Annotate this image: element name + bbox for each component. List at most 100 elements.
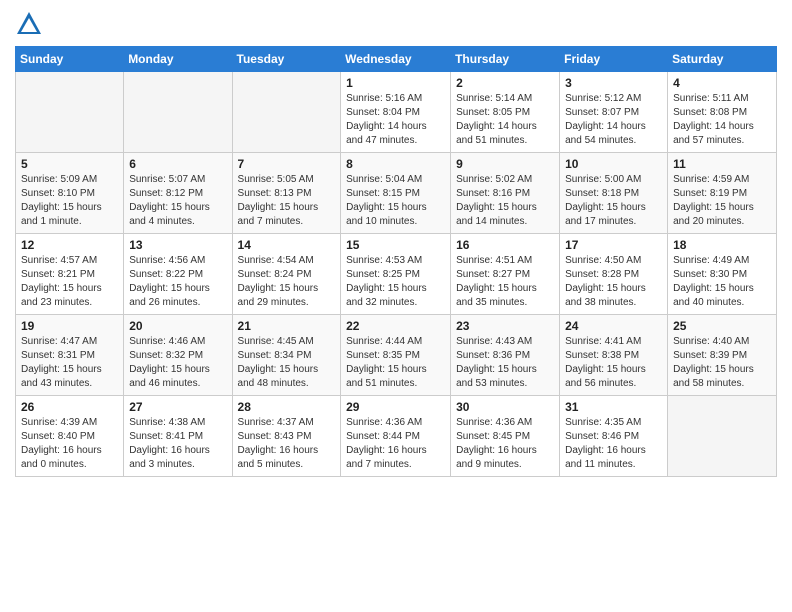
day-number: 3 — [565, 76, 662, 90]
day-info: Sunrise: 5:05 AMSunset: 8:13 PMDaylight:… — [238, 173, 336, 229]
calendar-cell: 7 Sunrise: 5:05 AMSunset: 8:13 PMDaylight… — [232, 153, 341, 234]
calendar-cell: 23 Sunrise: 4:43 AMSunset: 8:36 PMDayligh… — [451, 315, 560, 396]
calendar-cell: 5Sunrise: 5:09 AMSunset: 8:10 PMDaylight… — [16, 153, 124, 234]
day-info: Sunrise: 4:43 AMSunset: 8:36 PMDaylight:… — [456, 335, 554, 391]
day-number: 9 — [456, 157, 554, 171]
day-info: Sunrise: 5:07 AMSunset: 8:12 PMDaylight:… — [129, 173, 226, 229]
calendar-cell: 25 Sunrise: 4:40 AMSunset: 8:39 PMDayligh… — [668, 315, 777, 396]
day-info: Sunrise: 5:12 AMSunset: 8:07 PMDaylight:… — [565, 92, 662, 148]
day-number: 28 — [238, 400, 336, 414]
calendar-cell: 10Sunrise: 5:00 AMSunset: 8:18 PMDayligh… — [560, 153, 668, 234]
day-info: Sunrise: 4:46 AMSunset: 8:32 PMDaylight:… — [129, 335, 226, 391]
day-number: 22 — [346, 319, 445, 333]
calendar-cell: 30 Sunrise: 4:36 AMSunset: 8:45 PMDayligh… — [451, 396, 560, 477]
day-info: Sunrise: 5:04 AMSunset: 8:15 PMDaylight:… — [346, 173, 445, 229]
day-number: 6 — [129, 157, 226, 171]
calendar-table: SundayMondayTuesdayWednesdayThursdayFrid… — [15, 46, 777, 477]
calendar-cell: 4Sunrise: 5:11 AMSunset: 8:08 PMDaylight… — [668, 72, 777, 153]
header — [15, 10, 777, 38]
day-info: Sunrise: 4:40 AMSunset: 8:39 PMDaylight:… — [673, 335, 771, 391]
day-number: 23 — [456, 319, 554, 333]
day-info: Sunrise: 4:53 AMSunset: 8:25 PMDaylight:… — [346, 254, 445, 310]
header-cell-saturday: Saturday — [668, 47, 777, 72]
calendar-cell — [124, 72, 232, 153]
day-number: 5 — [21, 157, 118, 171]
header-row: SundayMondayTuesdayWednesdayThursdayFrid… — [16, 47, 777, 72]
day-number: 18 — [673, 238, 771, 252]
day-info: Sunrise: 5:14 AMSunset: 8:05 PMDaylight:… — [456, 92, 554, 148]
day-number: 16 — [456, 238, 554, 252]
day-info: Sunrise: 4:45 AMSunset: 8:34 PMDaylight:… — [238, 335, 336, 391]
calendar-cell: 20 Sunrise: 4:46 AMSunset: 8:32 PMDayligh… — [124, 315, 232, 396]
day-number: 29 — [346, 400, 445, 414]
calendar-cell: 15 Sunrise: 4:53 AMSunset: 8:25 PMDayligh… — [341, 234, 451, 315]
calendar-cell: 1 Sunrise: 5:16 AMSunset: 8:04 PMDaylight… — [341, 72, 451, 153]
day-number: 8 — [346, 157, 445, 171]
day-info: Sunrise: 4:49 AMSunset: 8:30 PMDaylight:… — [673, 254, 771, 310]
calendar-cell: 31 Sunrise: 4:35 AMSunset: 8:46 PMDayligh… — [560, 396, 668, 477]
day-info: Sunrise: 4:37 AMSunset: 8:43 PMDaylight:… — [238, 416, 336, 472]
calendar-cell: 8 Sunrise: 5:04 AMSunset: 8:15 PMDaylight… — [341, 153, 451, 234]
day-number: 19 — [21, 319, 118, 333]
day-number: 31 — [565, 400, 662, 414]
day-info: Sunrise: 4:36 AMSunset: 8:45 PMDaylight:… — [456, 416, 554, 472]
day-info: Sunrise: 4:54 AMSunset: 8:24 PMDaylight:… — [238, 254, 336, 310]
day-number: 30 — [456, 400, 554, 414]
calendar-cell: 13 Sunrise: 4:56 AMSunset: 8:22 PMDayligh… — [124, 234, 232, 315]
calendar-cell: 17Sunrise: 4:50 AMSunset: 8:28 PMDayligh… — [560, 234, 668, 315]
week-row-4: 26 Sunrise: 4:39 AMSunset: 8:40 PMDayligh… — [16, 396, 777, 477]
day-info: Sunrise: 4:39 AMSunset: 8:40 PMDaylight:… — [21, 416, 118, 472]
calendar-cell: 24Sunrise: 4:41 AMSunset: 8:38 PMDayligh… — [560, 315, 668, 396]
day-number: 25 — [673, 319, 771, 333]
calendar-cell: 19 Sunrise: 4:47 AMSunset: 8:31 PMDayligh… — [16, 315, 124, 396]
day-number: 12 — [21, 238, 118, 252]
calendar-cell: 2 Sunrise: 5:14 AMSunset: 8:05 PMDaylight… — [451, 72, 560, 153]
calendar-cell: 18 Sunrise: 4:49 AMSunset: 8:30 PMDayligh… — [668, 234, 777, 315]
week-row-3: 19 Sunrise: 4:47 AMSunset: 8:31 PMDayligh… — [16, 315, 777, 396]
day-number: 26 — [21, 400, 118, 414]
day-info: Sunrise: 4:50 AMSunset: 8:28 PMDaylight:… — [565, 254, 662, 310]
day-info: Sunrise: 4:36 AMSunset: 8:44 PMDaylight:… — [346, 416, 445, 472]
day-info: Sunrise: 5:16 AMSunset: 8:04 PMDaylight:… — [346, 92, 445, 148]
calendar-body: 1 Sunrise: 5:16 AMSunset: 8:04 PMDaylight… — [16, 72, 777, 477]
day-info: Sunrise: 4:56 AMSunset: 8:22 PMDaylight:… — [129, 254, 226, 310]
day-info: Sunrise: 5:00 AMSunset: 8:18 PMDaylight:… — [565, 173, 662, 229]
calendar-cell: 6 Sunrise: 5:07 AMSunset: 8:12 PMDaylight… — [124, 153, 232, 234]
calendar-cell: 9Sunrise: 5:02 AMSunset: 8:16 PMDaylight… — [451, 153, 560, 234]
day-info: Sunrise: 4:47 AMSunset: 8:31 PMDaylight:… — [21, 335, 118, 391]
header-cell-thursday: Thursday — [451, 47, 560, 72]
day-number: 20 — [129, 319, 226, 333]
calendar-cell: 16 Sunrise: 4:51 AMSunset: 8:27 PMDayligh… — [451, 234, 560, 315]
day-number: 1 — [346, 76, 445, 90]
calendar-cell: 22Sunrise: 4:44 AMSunset: 8:35 PMDayligh… — [341, 315, 451, 396]
calendar-cell — [668, 396, 777, 477]
logo-icon — [15, 10, 43, 38]
day-number: 13 — [129, 238, 226, 252]
logo — [15, 10, 47, 38]
header-cell-friday: Friday — [560, 47, 668, 72]
header-cell-monday: Monday — [124, 47, 232, 72]
header-cell-wednesday: Wednesday — [341, 47, 451, 72]
header-cell-tuesday: Tuesday — [232, 47, 341, 72]
calendar-cell: 3 Sunrise: 5:12 AMSunset: 8:07 PMDaylight… — [560, 72, 668, 153]
calendar-cell: 11 Sunrise: 4:59 AMSunset: 8:19 PMDayligh… — [668, 153, 777, 234]
day-info: Sunrise: 4:51 AMSunset: 8:27 PMDaylight:… — [456, 254, 554, 310]
day-number: 2 — [456, 76, 554, 90]
week-row-2: 12 Sunrise: 4:57 AMSunset: 8:21 PMDayligh… — [16, 234, 777, 315]
calendar-cell: 27Sunrise: 4:38 AMSunset: 8:41 PMDayligh… — [124, 396, 232, 477]
calendar-cell: 29 Sunrise: 4:36 AMSunset: 8:44 PMDayligh… — [341, 396, 451, 477]
day-number: 11 — [673, 157, 771, 171]
day-number: 7 — [238, 157, 336, 171]
calendar-cell: 28 Sunrise: 4:37 AMSunset: 8:43 PMDayligh… — [232, 396, 341, 477]
day-info: Sunrise: 4:35 AMSunset: 8:46 PMDaylight:… — [565, 416, 662, 472]
calendar-cell: 26 Sunrise: 4:39 AMSunset: 8:40 PMDayligh… — [16, 396, 124, 477]
day-number: 15 — [346, 238, 445, 252]
day-info: Sunrise: 4:59 AMSunset: 8:19 PMDaylight:… — [673, 173, 771, 229]
calendar-cell: 14Sunrise: 4:54 AMSunset: 8:24 PMDayligh… — [232, 234, 341, 315]
day-number: 4 — [673, 76, 771, 90]
calendar-header: SundayMondayTuesdayWednesdayThursdayFrid… — [16, 47, 777, 72]
day-info: Sunrise: 4:41 AMSunset: 8:38 PMDaylight:… — [565, 335, 662, 391]
header-cell-sunday: Sunday — [16, 47, 124, 72]
day-info: Sunrise: 4:57 AMSunset: 8:21 PMDaylight:… — [21, 254, 118, 310]
week-row-1: 5Sunrise: 5:09 AMSunset: 8:10 PMDaylight… — [16, 153, 777, 234]
